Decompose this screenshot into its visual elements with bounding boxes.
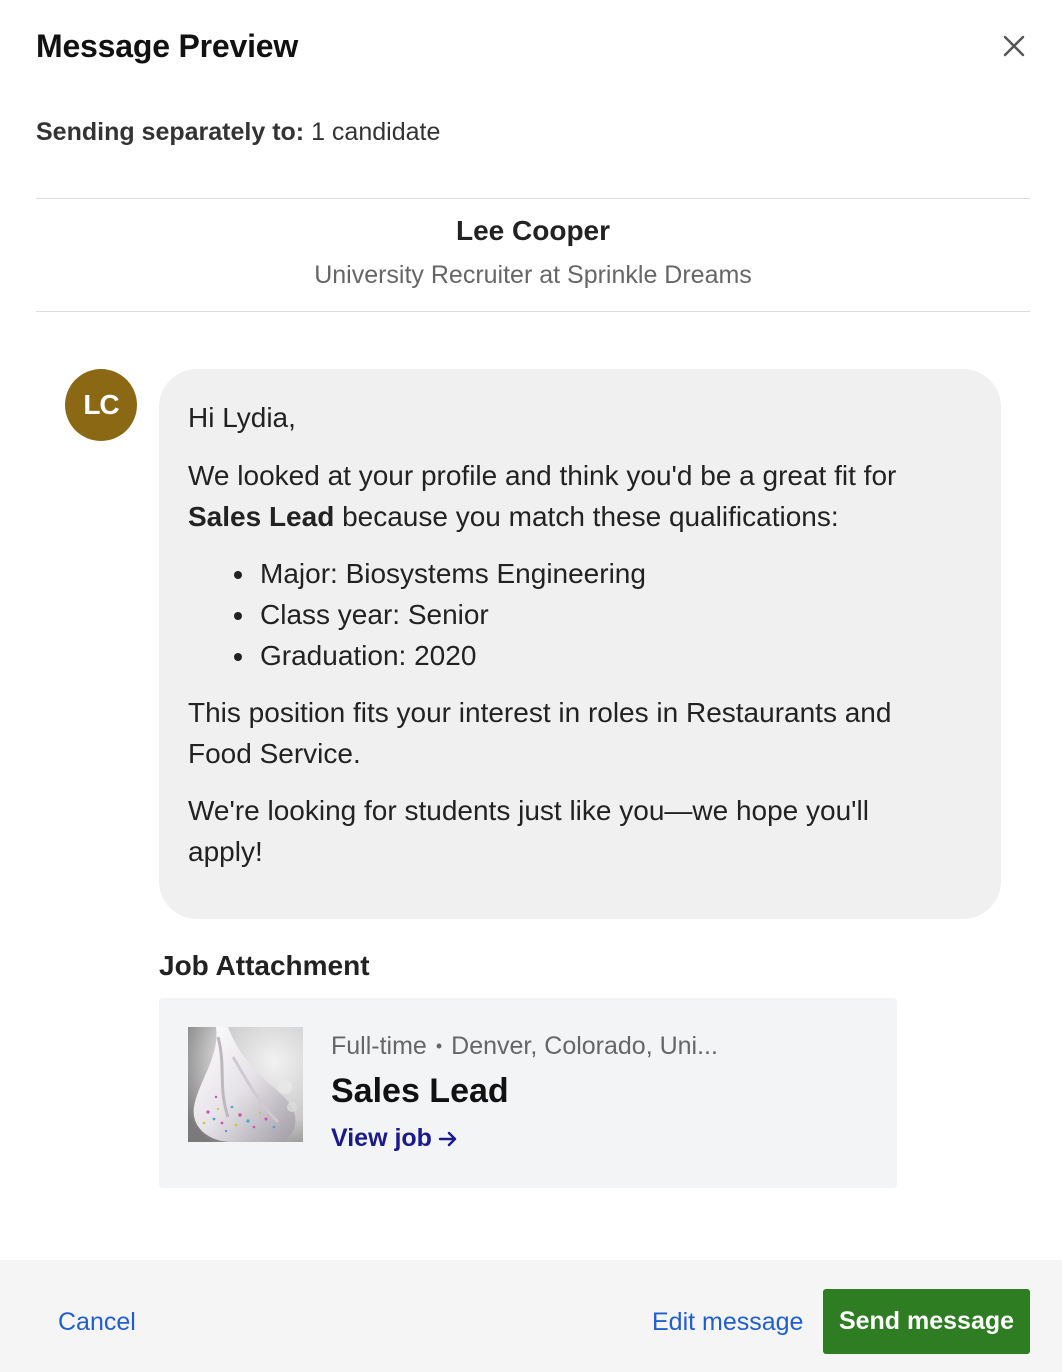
sending-summary: Sending separately to: 1 candidate: [36, 118, 440, 147]
edit-message-button[interactable]: Edit message: [652, 1308, 803, 1337]
close-button[interactable]: [992, 24, 1036, 68]
message-intro: We looked at your profile and think you'…: [188, 455, 941, 537]
message-interest: This position fits your interest in role…: [188, 697, 892, 769]
sender-name: Lee Cooper: [455, 215, 611, 246]
message-intro-before: We looked at your profile and think you'…: [188, 460, 897, 491]
job-thumbnail: [188, 1027, 303, 1142]
view-job-link[interactable]: View job: [331, 1124, 458, 1153]
job-attachment-card[interactable]: Full-time • Denver, Colorado, Uni... Sales…: [159, 998, 897, 1188]
send-message-button[interactable]: Send message: [823, 1289, 1030, 1354]
divider: [36, 198, 1030, 199]
avatar: LC: [65, 369, 137, 441]
job-title: Sales Lead: [331, 1072, 509, 1110]
sender-title: University Recruiter at Sprinkle Dreams: [314, 261, 752, 289]
job-attachment-heading: Job Attachment: [159, 950, 370, 981]
view-job-label: View job: [331, 1124, 432, 1152]
message-bubble: Hi Lydia, We looked at your profile and …: [159, 369, 1001, 919]
modal-title: Message Preview: [36, 28, 299, 64]
qualification-item: Graduation: 2020: [230, 635, 941, 676]
message-closing: We're looking for students just like you…: [188, 795, 869, 867]
sending-count: 1 candidate: [311, 118, 441, 146]
close-icon: [1003, 35, 1025, 57]
arrow-right-icon: [438, 1131, 457, 1146]
message-greeting: Hi Lydia,: [188, 402, 296, 433]
divider: [36, 311, 1030, 312]
cancel-button[interactable]: Cancel: [58, 1308, 136, 1337]
qualification-item: Class year: Senior: [230, 594, 941, 635]
message-preview-modal: Message Preview Sending separately to: 1…: [0, 0, 1062, 1372]
job-meta: Full-time • Denver, Colorado, Uni...: [331, 1032, 718, 1061]
job-type: Full-time: [331, 1032, 427, 1060]
qualification-list: Major: Biosystems Engineering Class year…: [230, 553, 941, 676]
message-intro-after: because you match these qualifications:: [334, 501, 839, 532]
job-location: Denver, Colorado, Uni...: [451, 1032, 718, 1060]
qualification-item: Major: Biosystems Engineering: [230, 553, 941, 594]
message-job-title: Sales Lead: [188, 501, 335, 532]
sending-label: Sending separately to:: [36, 118, 305, 146]
modal-footer: Cancel Edit message Send message: [0, 1260, 1062, 1372]
meta-separator: •: [435, 1036, 443, 1056]
